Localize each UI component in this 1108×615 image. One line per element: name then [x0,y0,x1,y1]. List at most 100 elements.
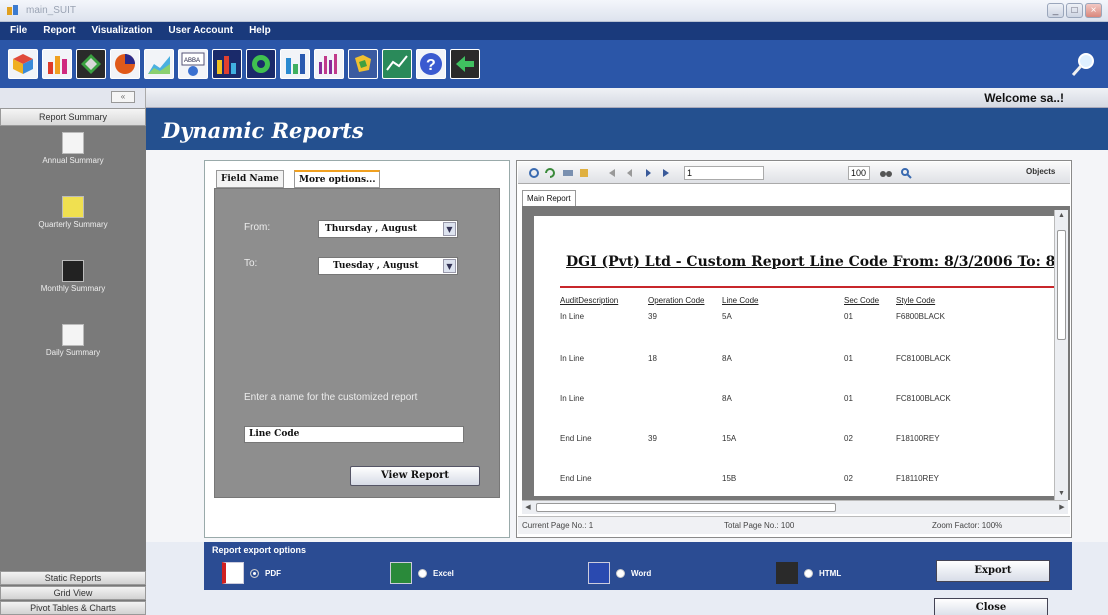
menu-user-account[interactable]: User Account [168,22,233,40]
close-button[interactable]: Close [934,598,1048,615]
scroll-left-icon[interactable]: ◀ [522,502,534,513]
export-report-icon[interactable] [528,167,540,179]
word-radio[interactable] [616,568,625,578]
cube-icon[interactable] [8,49,38,79]
tab-main-report[interactable]: Main Report [522,190,576,206]
vertical-scrollbar[interactable]: ▲ ▼ [1054,210,1068,500]
objects-button[interactable]: Objects [1026,167,1055,176]
table-cell: F18100REY [896,434,940,443]
menu-file[interactable]: File [10,22,27,40]
export-option-html[interactable]: HTML [776,562,841,584]
binoculars-icon[interactable] [880,167,892,179]
page-number-input[interactable]: 1 [684,166,764,180]
multi-bar-icon[interactable] [314,49,344,79]
zoom-icon[interactable] [900,167,912,179]
export-option-pdf[interactable]: PDF [222,562,281,584]
diamond-icon[interactable] [76,49,106,79]
from-date-value: Thursday , August [325,224,417,234]
window-title: main_SUIT [26,5,77,16]
group-tree-icon[interactable] [578,167,590,179]
previous-page-icon[interactable] [624,167,636,179]
excel-radio[interactable] [418,568,427,578]
page-title: Dynamic Reports [162,118,364,143]
scroll-thumb[interactable] [536,503,836,512]
table-cell: 01 [844,394,853,403]
export-option-word[interactable]: Word [588,562,651,584]
group-bar-icon[interactable] [212,49,242,79]
export-option-excel[interactable]: Excel [390,562,454,584]
next-page-icon[interactable] [642,167,654,179]
sidebar-pivot-tables[interactable]: Pivot Tables & Charts [0,601,146,615]
scroll-down-icon[interactable]: ▼ [1056,488,1067,500]
viewer-status-bar: Current Page No.: 1 Total Page No.: 100 … [518,516,1070,534]
last-page-icon[interactable] [660,167,672,179]
html-radio[interactable] [804,568,813,578]
table-cell: F6800BLACK [896,312,945,321]
donut-icon[interactable] [246,49,276,79]
table-cell: FC8100BLACK [896,354,951,363]
column-icon[interactable] [280,49,310,79]
table-cell: 15A [722,434,737,443]
report-name-input[interactable]: Line Code [244,426,464,443]
menu-bar: File Report Visualization User Account H… [0,22,1108,40]
sidebar-item-annual-summary[interactable]: Annual Summary [0,132,146,190]
map-icon[interactable] [348,49,378,79]
sidebar-top: « [0,88,146,108]
tab-field-name[interactable]: Field Name [216,170,284,188]
sidebar-item-label: Monthly Summary [40,284,106,293]
column-header: AuditDescription [560,296,619,305]
horizontal-scrollbar[interactable]: ◀ ▶ [522,500,1068,514]
tab-more-options[interactable]: More options... [294,170,381,188]
search-icon[interactable] [1070,50,1098,78]
chevron-down-icon[interactable]: ▼ [443,222,456,236]
welcome-text: Welcome sa..! [984,91,1064,105]
export-icon[interactable] [450,49,480,79]
export-options-title: Report export options [212,545,306,555]
chevron-down-icon[interactable]: ▼ [443,259,456,273]
close-window-button[interactable]: × [1085,3,1102,18]
scroll-thumb[interactable] [1057,230,1066,340]
sidebar-item-label: Daily Summary [45,348,101,357]
first-page-icon[interactable] [606,167,618,179]
pdf-radio[interactable] [250,568,259,578]
print-icon[interactable] [562,167,574,179]
menu-help[interactable]: Help [249,22,271,40]
report-title: DGI (Pvt) Ltd - Custom Report Line Code … [566,254,1054,270]
grid-icon[interactable]: ABBA [178,49,208,79]
export-button[interactable]: Export [936,560,1050,582]
sidebar-grid-view[interactable]: Grid View [0,586,146,600]
scroll-right-icon[interactable]: ▶ [1056,502,1068,513]
sidebar-static-reports[interactable]: Static Reports [0,571,146,585]
line-chart-icon[interactable] [382,49,412,79]
sidebar-item-monthly-summary[interactable]: Monthly Summary [0,260,146,318]
area-chart-icon[interactable] [144,49,174,79]
table-cell: 01 [844,312,853,321]
sidebar-item-quarterly-summary[interactable]: Quarterly Summary [0,196,146,254]
report-divider [560,286,1054,288]
table-cell: 39 [648,434,657,443]
to-date-picker[interactable]: Tuesday , August ▼ [318,257,458,275]
menu-visualization[interactable]: Visualization [91,22,152,40]
refresh-icon[interactable] [544,167,556,179]
bar-chart-icon[interactable] [42,49,72,79]
help-icon[interactable]: ? [416,49,446,79]
minimize-button[interactable]: _ [1047,3,1064,18]
view-report-button[interactable]: View Report [350,466,480,486]
table-cell: End Line [560,474,592,483]
scroll-up-icon[interactable]: ▲ [1056,210,1067,222]
table-cell: F18110REY [896,474,939,483]
zoom-input[interactable]: 100 [848,166,870,180]
sidebar-item-daily-summary[interactable]: Daily Summary [0,324,146,382]
sidebar-header[interactable]: Report Summary [0,108,146,126]
html-icon [776,562,798,584]
maximize-button[interactable]: □ [1066,3,1083,18]
collapse-sidebar-button[interactable]: « [111,91,135,103]
menu-report[interactable]: Report [43,22,75,40]
total-page-status: Total Page No.: 100 [724,521,795,530]
report-page: DGI (Pvt) Ltd - Custom Report Line Code … [534,216,1054,496]
table-cell: 02 [844,474,853,483]
svg-text:ABBA: ABBA [184,58,200,64]
pie-icon[interactable] [110,49,140,79]
chart-document-icon [62,196,84,218]
from-date-picker[interactable]: Thursday , August ▼ [318,220,458,238]
